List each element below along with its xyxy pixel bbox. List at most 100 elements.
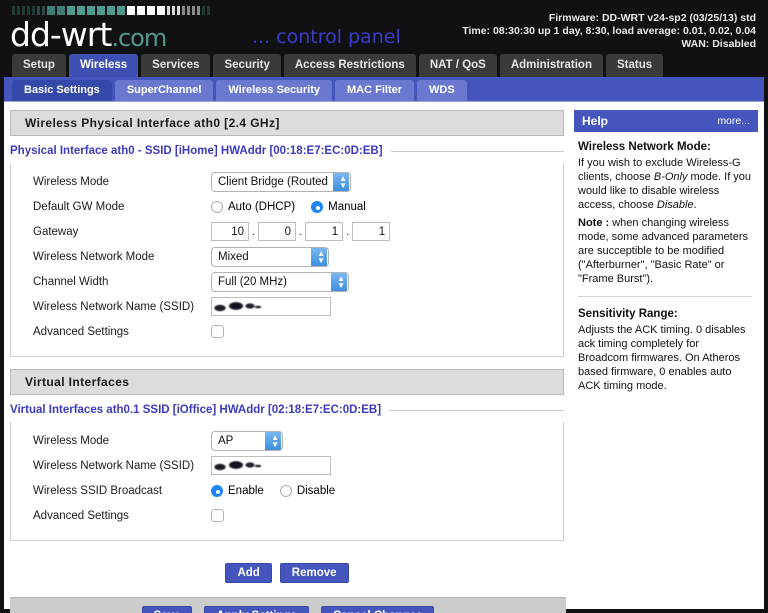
label-virtual-advanced: Advanced Settings [33, 509, 129, 522]
radio-broadcast-enable[interactable]: Enable [211, 484, 264, 497]
help-heading-network-mode: Wireless Network Mode: [578, 141, 711, 153]
help-sidebar: Help more... Wireless Network Mode: If y… [570, 110, 758, 609]
legend-rule [390, 150, 564, 152]
label-ssid-broadcast: Wireless SSID Broadcast [33, 484, 163, 497]
tab-wireless[interactable]: Wireless [68, 54, 139, 77]
ip-separator: . [346, 225, 350, 238]
virtual-legend: Virtual Interfaces ath0.1 SSID [iOffice]… [10, 404, 564, 416]
virtual-ssid-wrap [211, 456, 331, 476]
radio-gw-auto-label: Auto (DHCP) [228, 200, 296, 213]
wan-line: WAN: Disabled [681, 38, 756, 50]
subtab-superchannel[interactable]: SuperChannel [114, 80, 214, 101]
row-virtual-advanced: Advanced Settings [11, 503, 563, 528]
help-title: Help [582, 114, 609, 128]
physical-ssid-wrap [211, 297, 331, 317]
physical-ssid-input[interactable] [211, 297, 331, 317]
row-virtual-wireless-mode: Wireless Mode AP ▲ ▼ [11, 428, 563, 453]
label-network-mode: Wireless Network Mode [33, 250, 155, 263]
radio-broadcast-enable-dot [211, 484, 223, 497]
save-button[interactable]: Save [141, 606, 193, 613]
channel-width-select[interactable]: Full (20 MHz) [211, 271, 349, 292]
brand-logo: dd-wrt.com [10, 15, 167, 54]
subtab-wireless-security[interactable]: Wireless Security [216, 80, 333, 101]
system-info: Firmware: DD-WRT v24-sp2 (03/25/13) std … [462, 12, 756, 51]
subtab-wds[interactable]: WDS [417, 80, 467, 101]
add-button[interactable]: Add [225, 563, 272, 583]
virtual-wireless-mode-select-wrap: AP ▲ ▼ [211, 430, 283, 451]
virtual-fieldset: Wireless Mode AP ▲ ▼ Wireless Network Nam… [10, 422, 564, 541]
help-note-label: Note : [578, 217, 610, 229]
physical-advanced-checkbox[interactable] [211, 325, 224, 338]
tab-access-restrictions[interactable]: Access Restrictions [283, 54, 416, 77]
radio-gw-manual-label: Manual [328, 200, 366, 213]
tab-nat-qos[interactable]: NAT / QoS [418, 54, 497, 77]
radio-gw-manual[interactable]: Manual [311, 200, 366, 213]
radio-broadcast-disable[interactable]: Disable [279, 484, 336, 497]
virtual-advanced-checkbox[interactable] [211, 509, 224, 522]
label-channel-width: Channel Width [33, 275, 109, 288]
label-virtual-ssid: Wireless Network Name (SSID) [33, 459, 195, 472]
help-more-link[interactable]: more... [717, 115, 750, 127]
apply-settings-button[interactable]: Apply Settings [204, 606, 309, 613]
radio-broadcast-enable-label: Enable [228, 484, 264, 497]
label-gateway: Gateway [33, 225, 79, 238]
help-p1-em2: Disable [656, 199, 694, 211]
gateway-octet-4[interactable] [352, 222, 391, 241]
subtab-basic-settings[interactable]: Basic Settings [12, 80, 112, 101]
radio-gw-manual-dot [311, 200, 324, 213]
time-line: Time: 08:30:30 up 1 day, 8:30, load aver… [462, 25, 756, 37]
subtab-mac-filter[interactable]: MAC Filter [335, 80, 415, 101]
help-paragraph-network-mode: If you wish to exclude Wireless-G client… [578, 156, 752, 212]
label-virtual-wireless-mode: Wireless Mode [33, 434, 110, 447]
network-mode-select-wrap: Mixed ▲ ▼ [211, 246, 329, 267]
main-tabbar: Setup Wireless Services Security Access … [4, 52, 764, 77]
row-gw-mode: Default GW Mode Auto (DHCP) Manual [11, 194, 563, 219]
row-ssid-broadcast: Wireless SSID Broadcast Enable Disable [11, 478, 563, 503]
gateway-octet-2[interactable] [258, 222, 297, 241]
radio-broadcast-disable-label: Disable [296, 484, 336, 497]
sub-tabbar: Basic Settings SuperChannel Wireless Sec… [4, 77, 764, 101]
row-gateway: Gateway . . . [11, 219, 563, 244]
ip-separator: . [299, 225, 303, 238]
wireless-mode-select[interactable]: Client Bridge (Routed) [211, 171, 351, 192]
row-wireless-mode: Wireless Mode Client Bridge (Routed) ▲ ▼ [11, 169, 563, 194]
tab-services[interactable]: Services [141, 54, 211, 77]
gateway-ip-input: . . . [211, 222, 391, 241]
firmware-line: Firmware: DD-WRT v24-sp2 (03/25/13) std [548, 12, 756, 24]
help-header: Help more... [574, 110, 758, 132]
help-p1-em1: B-Only [653, 171, 688, 183]
legend-rule [389, 409, 564, 411]
tab-status[interactable]: Status [605, 54, 664, 77]
channel-width-select-wrap: Full (20 MHz) ▲ ▼ [211, 271, 349, 292]
brand-name: dd-wrt [10, 15, 112, 54]
wireless-mode-select-wrap: Client Bridge (Routed) ▲ ▼ [211, 171, 351, 192]
radio-broadcast-disable-dot [279, 484, 292, 497]
physical-fieldset: Wireless Mode Client Bridge (Routed) ▲ ▼ … [10, 163, 564, 357]
network-mode-select[interactable]: Mixed [211, 246, 329, 267]
physical-legend-text: Physical Interface ath0 - SSID [iHome] H… [10, 145, 383, 157]
virtual-ssid-input[interactable] [211, 456, 331, 476]
cancel-changes-button[interactable]: Cancel Changes [320, 606, 435, 613]
radio-gw-auto-dot [211, 200, 223, 213]
radio-gw-auto[interactable]: Auto (DHCP) [211, 200, 296, 213]
help-p1c: . [693, 199, 697, 211]
row-physical-advanced: Advanced Settings [11, 319, 563, 344]
ip-separator: . [252, 225, 256, 238]
page-header: dd-wrt.com ... control panel Firmware: D… [4, 4, 764, 54]
help-paragraph-note: Note : when changing wireless mode, some… [578, 216, 752, 286]
form-footer: Save Apply Settings Cancel Changes [10, 597, 566, 613]
row-virtual-ssid: Wireless Network Name (SSID) [11, 453, 563, 478]
tab-setup[interactable]: Setup [12, 54, 66, 77]
help-paragraph-sensitivity: Adjusts the ACK timing. 0 disables ack t… [578, 324, 746, 392]
tab-security[interactable]: Security [213, 54, 281, 77]
gateway-octet-1[interactable] [211, 222, 249, 241]
gateway-octet-3[interactable] [305, 222, 344, 241]
virtual-wireless-mode-select[interactable]: AP [211, 430, 283, 451]
virtual-action-buttons: Add Remove [10, 553, 564, 597]
row-network-mode: Wireless Network Mode Mixed ▲ ▼ [11, 244, 563, 269]
dd-wrt-control-panel: dd-wrt.com ... control panel Firmware: D… [0, 0, 768, 613]
row-physical-ssid: Wireless Network Name (SSID) [11, 294, 563, 319]
help-content: Wireless Network Mode: If you wish to ex… [574, 132, 758, 393]
tab-administration[interactable]: Administration [499, 54, 603, 77]
remove-button[interactable]: Remove [279, 563, 349, 583]
